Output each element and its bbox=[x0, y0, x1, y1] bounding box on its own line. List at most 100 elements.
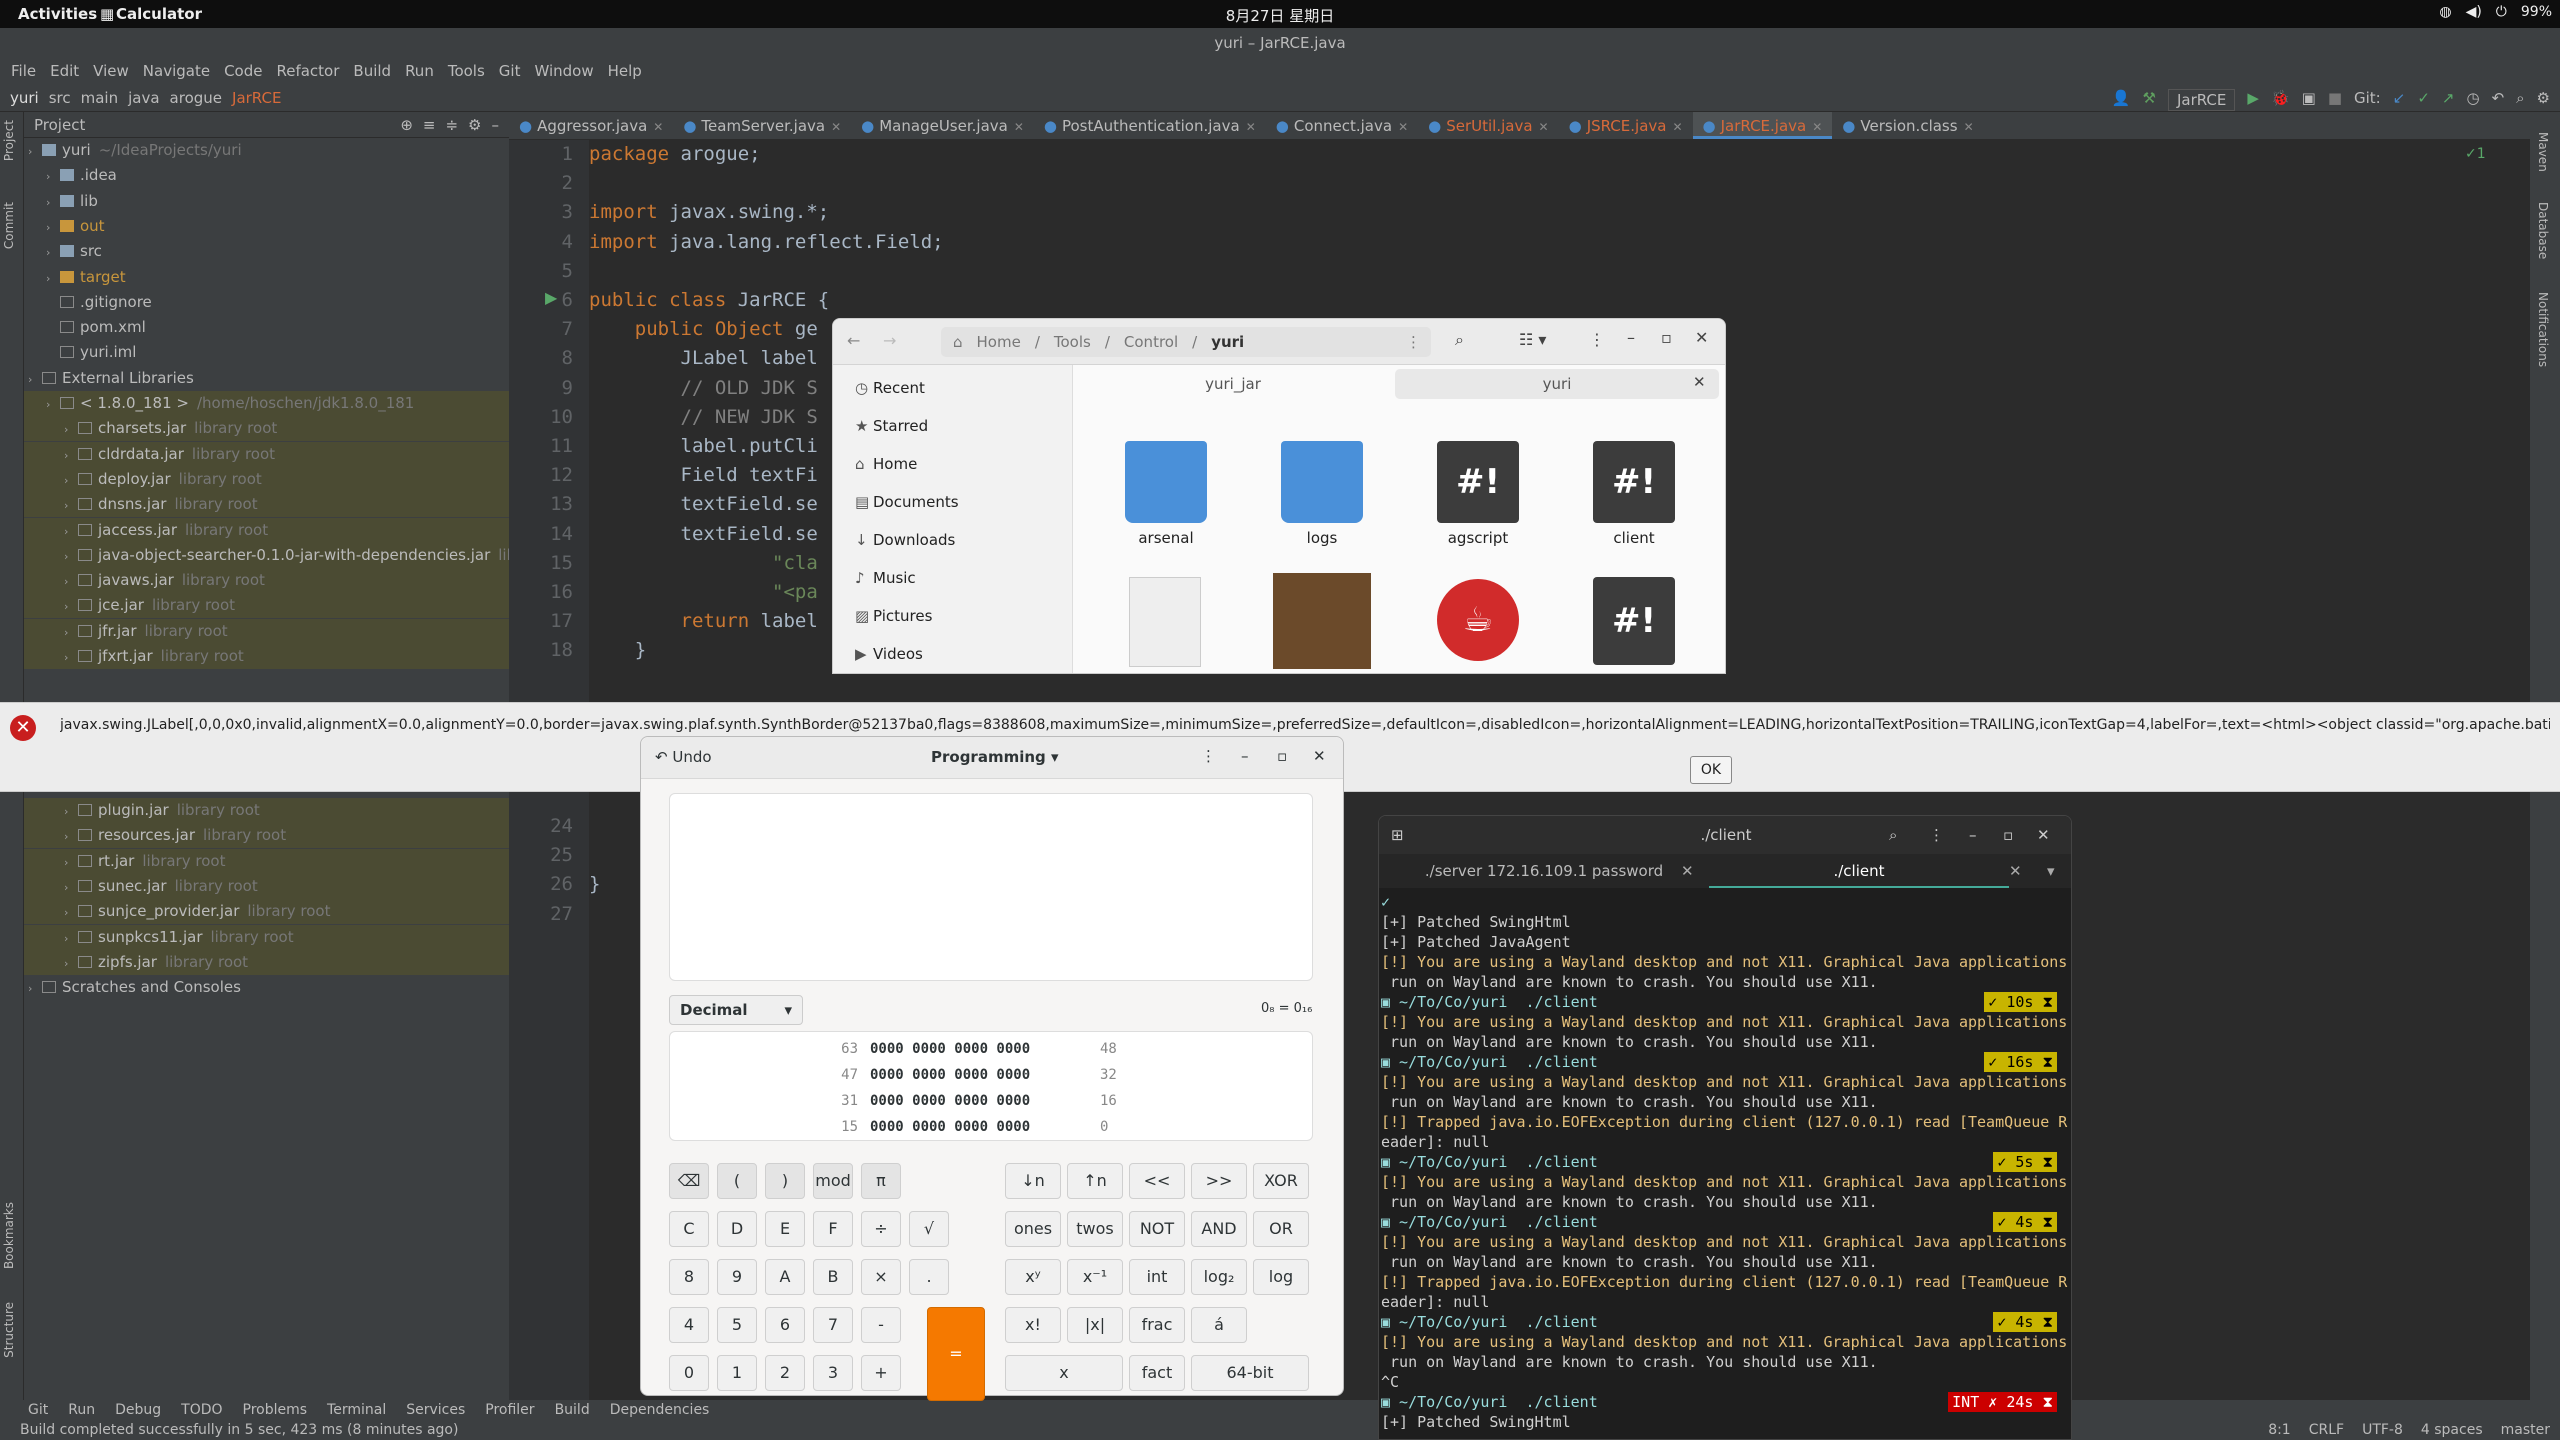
maven-tool-tab[interactable]: Maven bbox=[2536, 132, 2550, 172]
power-icon[interactable]: ⏻ bbox=[2496, 4, 2507, 20]
history-icon[interactable]: ◷ bbox=[2466, 84, 2479, 112]
commit-tool-tab[interactable]: Commit bbox=[2, 202, 16, 249]
expand-icon[interactable]: ≡ bbox=[423, 112, 436, 137]
system-tray[interactable]: ◍ ◀) ⏻ 99% bbox=[2439, 4, 2552, 20]
notifications-tool-tab[interactable]: Notifications bbox=[2536, 292, 2550, 367]
calc-key[interactable]: π bbox=[861, 1163, 901, 1199]
calc-key[interactable]: 7 bbox=[813, 1307, 853, 1343]
calc-key[interactable]: ↓n bbox=[1005, 1163, 1061, 1199]
menu-icon[interactable]: ⋮ bbox=[1929, 816, 1944, 854]
tool-window-button[interactable]: Build bbox=[555, 1400, 590, 1420]
calc-key[interactable]: ) bbox=[765, 1163, 805, 1199]
chevron-icon[interactable]: › bbox=[64, 594, 78, 619]
editor-tab[interactable]: ● Version.class ✕ bbox=[1832, 112, 1983, 139]
menu-tools[interactable]: Tools bbox=[443, 58, 490, 84]
tab-server[interactable]: ./server 172.16.109.1 password bbox=[1379, 854, 1709, 888]
calc-key[interactable]: ⌫ bbox=[669, 1163, 709, 1199]
stop-icon[interactable]: ■ bbox=[2328, 84, 2342, 112]
file-client[interactable]: #! client bbox=[1569, 441, 1699, 547]
minimize-icon[interactable]: – bbox=[1627, 328, 1635, 347]
sidebar-item-pictures[interactable]: ▨ Pictures bbox=[855, 597, 932, 635]
calc-key[interactable]: 0 bbox=[669, 1355, 709, 1391]
chevron-icon[interactable]: › bbox=[46, 164, 60, 189]
tree-node[interactable]: › plugin.jar library root bbox=[24, 798, 509, 823]
tabs-menu-icon[interactable]: ▾ bbox=[2047, 862, 2055, 880]
tree-node[interactable]: › jfxrt.jar library root bbox=[24, 644, 509, 669]
calc-key[interactable]: C bbox=[669, 1211, 709, 1247]
close-tab-icon[interactable]: ✕ bbox=[1539, 120, 1549, 134]
maximize-icon[interactable]: ▫ bbox=[2003, 816, 2013, 854]
calc-key[interactable]: NOT bbox=[1129, 1211, 1185, 1247]
base-selector[interactable]: Decimal ▾ bbox=[669, 995, 803, 1025]
calc-key[interactable]: 1 bbox=[717, 1355, 757, 1391]
editor-tab[interactable]: ● ManageUser.java ✕ bbox=[851, 112, 1034, 139]
gear-icon[interactable]: ⚙ bbox=[468, 112, 481, 137]
view-options-icon[interactable]: ☷ ▾ bbox=[1519, 330, 1546, 349]
build-hammer-icon[interactable]: ⚒ bbox=[2143, 84, 2156, 112]
tree-node[interactable]: › rt.jar library root bbox=[24, 848, 509, 875]
calc-key[interactable]: ÷ bbox=[861, 1211, 901, 1247]
line-separator[interactable]: CRLF bbox=[2309, 1420, 2344, 1440]
tree-node[interactable]: › deploy.jar library root bbox=[24, 466, 509, 493]
close-tab-icon[interactable]: ✕ bbox=[1398, 120, 1408, 134]
calc-key[interactable]: AND bbox=[1191, 1211, 1247, 1247]
chevron-icon[interactable]: › bbox=[64, 799, 78, 824]
tree-node[interactable]: pom.xml bbox=[24, 315, 509, 340]
calc-key[interactable]: × bbox=[861, 1259, 901, 1295]
calc-key[interactable]: x bbox=[1005, 1355, 1123, 1391]
sidebar-item-recent[interactable]: ◷ Recent bbox=[855, 369, 925, 407]
minimize-icon[interactable]: – bbox=[1241, 747, 1249, 765]
java-file-icon[interactable]: ☕ bbox=[1437, 579, 1519, 661]
calc-key[interactable]: XOR bbox=[1253, 1163, 1309, 1199]
menu-window[interactable]: Window bbox=[529, 58, 598, 84]
chevron-icon[interactable]: › bbox=[64, 519, 78, 544]
close-tab-icon[interactable]: ✕ bbox=[1672, 120, 1682, 134]
menu-view[interactable]: View bbox=[88, 58, 134, 84]
tree-node[interactable]: › javaws.jar library root bbox=[24, 568, 509, 594]
collapse-icon[interactable]: ≑ bbox=[445, 112, 458, 137]
close-tab-icon[interactable]: ✕ bbox=[1693, 373, 1706, 391]
tree-node[interactable]: › target bbox=[24, 265, 509, 290]
calc-key[interactable]: 6 bbox=[765, 1307, 805, 1343]
chevron-icon[interactable]: › bbox=[46, 392, 60, 417]
chevron-icon[interactable]: › bbox=[64, 850, 78, 875]
tool-window-button[interactable]: TODO bbox=[181, 1400, 222, 1420]
path-segment[interactable]: Tools bbox=[1054, 327, 1091, 357]
close-tab-icon[interactable]: ✕ bbox=[1246, 120, 1256, 134]
chevron-icon[interactable]: › bbox=[64, 569, 78, 594]
structure-tool-tab[interactable]: Structure bbox=[2, 1302, 16, 1358]
text-file-icon[interactable] bbox=[1129, 577, 1201, 667]
menu-build[interactable]: Build bbox=[348, 58, 396, 84]
chevron-icon[interactable]: › bbox=[64, 620, 78, 645]
calc-key[interactable]: >> bbox=[1191, 1163, 1247, 1199]
calc-key[interactable]: - bbox=[861, 1307, 901, 1343]
git-update-icon[interactable]: ↙ bbox=[2393, 84, 2406, 112]
calc-key[interactable]: << bbox=[1129, 1163, 1185, 1199]
close-tab-icon[interactable]: ✕ bbox=[1014, 120, 1024, 134]
tree-node[interactable]: › out bbox=[24, 214, 509, 239]
close-tab-icon[interactable]: ✕ bbox=[831, 120, 841, 134]
calc-key[interactable]: log bbox=[1253, 1259, 1309, 1295]
close-icon[interactable]: ✕ bbox=[1313, 747, 1326, 765]
minimize-icon[interactable]: – bbox=[1969, 816, 1977, 854]
debug-icon[interactable]: 🐞 bbox=[2271, 84, 2290, 112]
calc-key[interactable]: OR bbox=[1253, 1211, 1309, 1247]
tree-node[interactable]: › java-object-searcher-0.1.0-jar-with-dep… bbox=[24, 542, 538, 568]
calc-key[interactable]: √ bbox=[909, 1211, 949, 1247]
maximize-icon[interactable]: ▫ bbox=[1277, 747, 1287, 765]
calc-key[interactable]: 64-bit bbox=[1191, 1355, 1309, 1391]
chevron-icon[interactable]: › bbox=[64, 926, 78, 951]
sidebar-item-home[interactable]: ⌂ Home bbox=[855, 445, 917, 483]
calc-key[interactable]: fact bbox=[1129, 1355, 1185, 1391]
chevron-icon[interactable]: › bbox=[64, 443, 78, 468]
calc-key[interactable]: 2 bbox=[765, 1355, 805, 1391]
run-gutter-icon[interactable]: ▶ bbox=[545, 288, 557, 307]
tool-window-button[interactable]: Debug bbox=[115, 1400, 161, 1420]
tree-node[interactable]: › Scratches and Consoles bbox=[24, 975, 509, 1000]
close-tab-icon[interactable]: ✕ bbox=[653, 120, 663, 134]
undo-button[interactable]: ↶ Undo bbox=[655, 748, 712, 766]
chevron-icon[interactable]: › bbox=[64, 468, 78, 493]
database-tool-tab[interactable]: Database bbox=[2536, 202, 2550, 259]
calc-key[interactable]: mod bbox=[813, 1163, 853, 1199]
project-view-selector[interactable]: Project bbox=[34, 112, 85, 137]
